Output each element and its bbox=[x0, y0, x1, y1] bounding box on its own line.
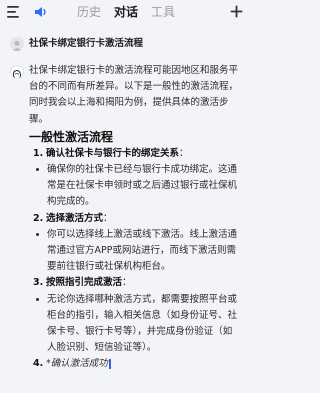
step-number: 2. bbox=[33, 212, 44, 224]
step-bullet: 你可以选择线上激活或线下激活。线上激活通常通过官方APP或网站进行，而线下激活则… bbox=[33, 227, 239, 276]
assistant-logo-icon bbox=[12, 69, 22, 78]
step-title: 确认社保卡与银行卡的绑定关系 bbox=[46, 147, 180, 159]
plus-icon[interactable] bbox=[230, 5, 243, 18]
step-colon: ： bbox=[103, 212, 113, 224]
step-number: 3. bbox=[33, 277, 44, 289]
assistant-answer: 社保卡绑定银行卡的激活流程可能因地区和服务平台的不同而有所差异。以下是一般性的激… bbox=[29, 63, 239, 373]
user-avatar bbox=[10, 37, 24, 51]
typing-cursor bbox=[108, 358, 111, 369]
step-bullet: 无论你选择哪种激活方式，都需要按照平台或柜台的指引，输入相关信息（如身份证号、社… bbox=[33, 292, 239, 357]
tab-history[interactable]: 历史 bbox=[77, 5, 101, 19]
steps-list: 1. 确认社保卡与银行卡的绑定关系： 确保你的社保卡已经与银行卡成功绑定。这通常是… bbox=[29, 146, 239, 373]
user-avatar-icon bbox=[12, 40, 22, 51]
step-colon: ： bbox=[122, 277, 132, 289]
tab-chat[interactable]: 对话 bbox=[114, 5, 138, 19]
answer-intro: 社保卡绑定银行卡的激活流程可能因地区和服务平台的不同而有所差异。以下是一般性的激… bbox=[29, 65, 239, 125]
step-bullet: 确保你的社保卡已经与银行卡成功绑定。这通常是在社保卡申领时或之后通过银行或社保机… bbox=[33, 162, 239, 211]
tab-tools[interactable]: 工具 bbox=[151, 5, 175, 19]
speaker-icon[interactable] bbox=[34, 5, 48, 19]
step-colon: ： bbox=[179, 147, 189, 159]
step-title: 按照指引完成激活 bbox=[46, 277, 123, 289]
step-number: 4. bbox=[33, 358, 44, 370]
top-bar: 历史 对话 工具 bbox=[0, 0, 250, 26]
step-title: 选择激活方式 bbox=[46, 212, 104, 224]
step-item: 1. 确认社保卡与银行卡的绑定关系： 确保你的社保卡已经与银行卡成功绑定。这通常是… bbox=[29, 146, 239, 211]
step-item: 2. 选择激活方式： 你可以选择线上激活或线下激活。线上激活通常通过官方APP或网… bbox=[29, 211, 239, 276]
user-message: 社保卡绑定银行卡激活流程 bbox=[0, 35, 250, 55]
step-item-streaming: 4. *确认激活成功 bbox=[29, 356, 239, 372]
step-item: 3. 按照指引完成激活： 无论你选择哪种激活方式，都需要按照平台或柜台的指引，输入… bbox=[29, 275, 239, 356]
app-window: 历史 对话 工具 社保卡绑定银行卡激活流程 社保卡绑定银行卡的激活流程可能因地区… bbox=[0, 0, 250, 393]
hamburger-menu-icon[interactable] bbox=[7, 6, 21, 18]
assistant-avatar bbox=[10, 65, 24, 79]
section-title: 一般性激活流程 bbox=[29, 129, 114, 144]
step-number: 1. bbox=[33, 147, 44, 159]
user-query-text: 社保卡绑定银行卡激活流程 bbox=[29, 38, 144, 49]
streaming-text: *确认激活成功 bbox=[46, 358, 108, 370]
